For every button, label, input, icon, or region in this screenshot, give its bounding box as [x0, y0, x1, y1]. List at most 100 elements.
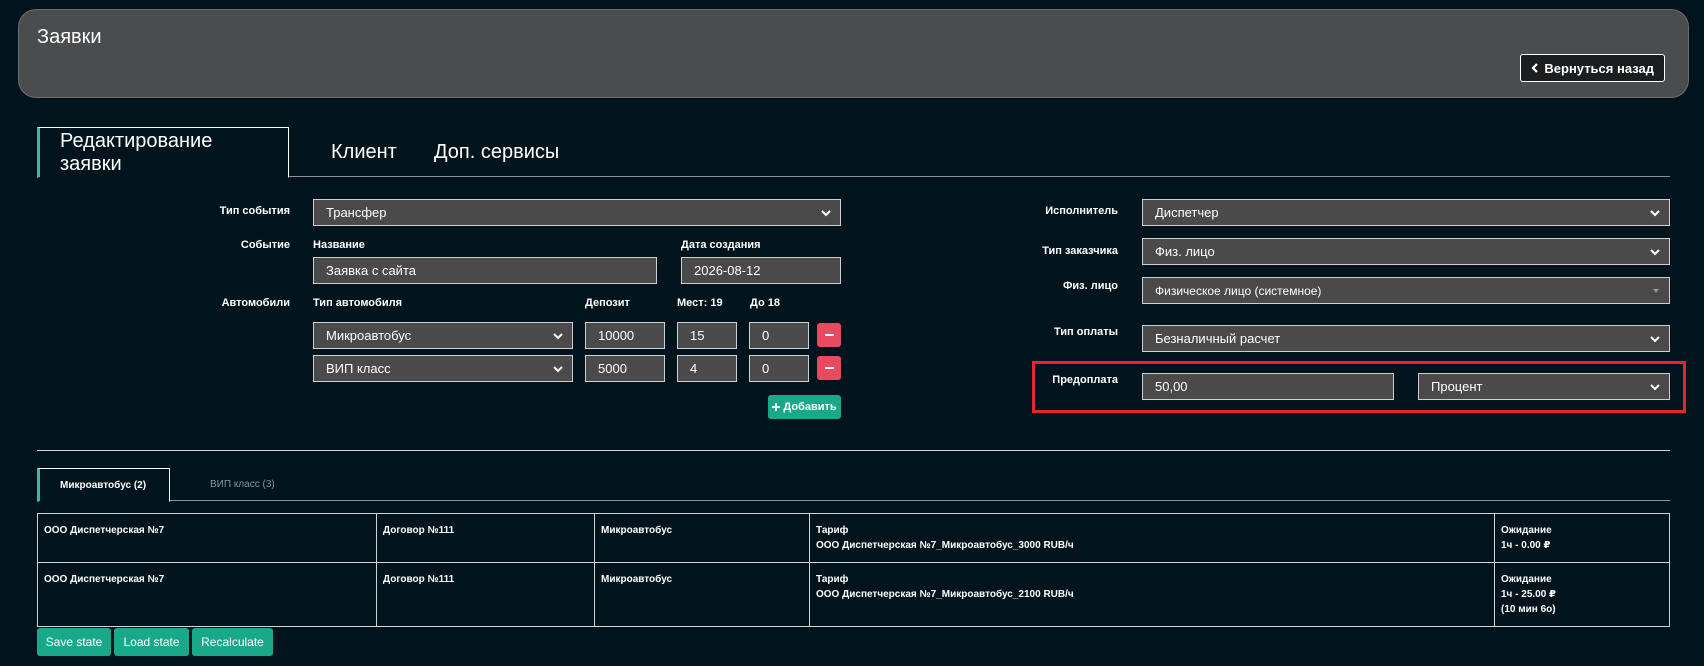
- company-cell: ООО Диспетчерская №7: [37, 513, 377, 563]
- wait-cell: Ожидание 1ч - 0.00 ₽: [1494, 513, 1670, 563]
- event-type-label: Тип события: [219, 205, 290, 217]
- table-row: ООО Диспетчерская №7 Договор №111 Микроа…: [37, 513, 1670, 563]
- created-date-input[interactable]: 2026-08-12: [681, 257, 841, 284]
- tariff-cell: Тариф ООО Диспетчерская №7_Микроавтобус_…: [809, 562, 1495, 627]
- save-state-button[interactable]: Save state: [37, 628, 111, 656]
- deposit-value: 10000: [598, 328, 635, 343]
- name-input[interactable]: Заявка с сайта: [313, 257, 657, 284]
- tariff-table: ООО Диспетчерская №7 Договор №111 Микроа…: [37, 513, 1670, 627]
- under18-value: 0: [762, 361, 770, 376]
- back-button[interactable]: Вернуться назад: [1520, 54, 1665, 82]
- car-cell: Микроавтобус: [594, 513, 810, 563]
- payment-type-value: Безналичный расчет: [1155, 331, 1281, 346]
- deposit-input[interactable]: 5000: [585, 355, 665, 382]
- payment-type-select[interactable]: Безналичный расчет: [1142, 325, 1670, 352]
- under18-value: 0: [762, 328, 770, 343]
- wait-cell: Ожидание 1ч - 25.00 ₽ (10 мин 6о): [1494, 562, 1670, 627]
- seats-input[interactable]: 15: [677, 322, 737, 349]
- tariff-value: ООО Диспетчерская №7_Микроавтобус_3000 R…: [816, 540, 1074, 551]
- prepayment-value: 50,00: [1155, 379, 1188, 394]
- prepayment-input[interactable]: 50,00: [1142, 373, 1394, 400]
- tab-extra-services-label: Доп. сервисы: [434, 141, 560, 163]
- contract-cell: Договор №111: [376, 562, 595, 627]
- payment-type-label: Тип оплаты: [1053, 326, 1118, 338]
- person-select[interactable]: Физическое лицо (системное): [1142, 277, 1670, 304]
- tariff-cell: Тариф ООО Диспетчерская №7_Микроавтобус_…: [809, 513, 1495, 563]
- plus-icon: [772, 403, 781, 411]
- car-type-select[interactable]: ВИП класс: [313, 355, 573, 382]
- add-car-button[interactable]: Добавить: [768, 395, 841, 419]
- customer-type-select[interactable]: Физ. лицо: [1142, 238, 1670, 265]
- table-row: ООО Диспетчерская №7 Договор №111 Микроа…: [37, 562, 1670, 627]
- event-label: Событие: [240, 239, 290, 251]
- deposit-header: Депозит: [585, 297, 630, 309]
- section-divider: [37, 450, 1670, 451]
- created-date-label: Дата создания: [681, 239, 761, 251]
- remove-car-button[interactable]: [817, 323, 841, 347]
- wait-line: 1ч - 25.00 ₽: [1501, 589, 1557, 600]
- page-title: Заявки: [37, 26, 102, 48]
- car-type-value: Микроавтобус: [326, 328, 412, 343]
- under18-input[interactable]: 0: [749, 355, 809, 382]
- seats-value: 15: [690, 328, 705, 343]
- tariff-value: ООО Диспетчерская №7_Микроавтобус_2100 R…: [816, 589, 1074, 600]
- tariff-title: Тариф: [816, 574, 849, 585]
- executor-value: Диспетчер: [1155, 205, 1219, 220]
- subtab-vip[interactable]: ВИП класс (3): [190, 468, 295, 501]
- company-cell: ООО Диспетчерская №7: [37, 562, 377, 627]
- wait-title: Ожидание: [1501, 525, 1552, 536]
- chevron-down-icon: [1650, 248, 1660, 255]
- car-type-header: Тип автомобиля: [313, 297, 402, 309]
- tab-edit-request-label: Редактирование заявки: [60, 129, 213, 175]
- remove-car-button[interactable]: [817, 356, 841, 380]
- deposit-input[interactable]: 10000: [585, 322, 665, 349]
- page-header: Заявки Вернуться назад: [18, 9, 1689, 98]
- car-type-tabs: Микроавтобус (2) ВИП класс (3): [37, 468, 1670, 502]
- recalculate-button[interactable]: Recalculate: [192, 628, 273, 656]
- back-button-label: Вернуться назад: [1544, 60, 1654, 76]
- event-type-select[interactable]: Трансфер: [313, 199, 841, 226]
- car-type-value: ВИП класс: [326, 361, 391, 376]
- deposit-value: 5000: [598, 361, 627, 376]
- subtab-minibus[interactable]: Микроавтобус (2): [37, 468, 170, 502]
- minus-icon: [824, 367, 834, 369]
- name-label: Название: [313, 239, 365, 251]
- under18-input[interactable]: 0: [749, 322, 809, 349]
- chevron-down-icon: [553, 332, 563, 339]
- car-cell: Микроавтобус: [594, 562, 810, 627]
- seats-header: Мест: 19: [677, 297, 723, 309]
- chevron-down-icon: [1650, 209, 1660, 216]
- person-label: Физ. лицо: [1063, 280, 1118, 292]
- minus-icon: [824, 334, 834, 336]
- name-input-value: Заявка с сайта: [326, 263, 416, 278]
- tab-edit-request[interactable]: Редактирование заявки: [37, 127, 289, 178]
- add-car-label: Добавить: [783, 401, 837, 413]
- main-tabs: Редактирование заявки Клиент Доп. сервис…: [37, 127, 1670, 178]
- wait-line: (10 мин 6о): [1501, 604, 1556, 615]
- chevron-down-icon: [553, 365, 563, 372]
- prepayment-unit-select[interactable]: Процент: [1418, 373, 1670, 400]
- event-type-value: Трансфер: [326, 205, 387, 220]
- tab-client[interactable]: Клиент: [311, 127, 417, 178]
- wait-line: 1ч - 0.00 ₽: [1501, 540, 1551, 551]
- chevron-down-icon: [1650, 383, 1660, 390]
- tariff-title: Тариф: [816, 525, 849, 536]
- seats-value: 4: [690, 361, 698, 376]
- under18-header: До 18: [750, 297, 780, 309]
- caret-down-icon: [1653, 288, 1659, 293]
- tab-extra-services[interactable]: Доп. сервисы: [414, 127, 579, 178]
- subtab-minibus-label: Микроавтобус (2): [60, 479, 147, 491]
- customer-type-value: Физ. лицо: [1155, 244, 1215, 259]
- car-type-select[interactable]: Микроавтобус: [313, 322, 573, 349]
- customer-type-label: Тип заказчика: [1042, 245, 1118, 257]
- contract-cell: Договор №111: [376, 513, 595, 563]
- load-state-button[interactable]: Load state: [114, 628, 189, 656]
- created-date-value: 2026-08-12: [694, 263, 761, 278]
- chevron-down-icon: [821, 209, 831, 216]
- executor-select[interactable]: Диспетчер: [1142, 199, 1670, 226]
- person-value: Физическое лицо (системное): [1155, 283, 1322, 298]
- wait-title: Ожидание: [1501, 574, 1552, 585]
- seats-input[interactable]: 4: [677, 355, 737, 382]
- tab-client-label: Клиент: [331, 141, 397, 163]
- executor-label: Исполнитель: [1045, 205, 1118, 217]
